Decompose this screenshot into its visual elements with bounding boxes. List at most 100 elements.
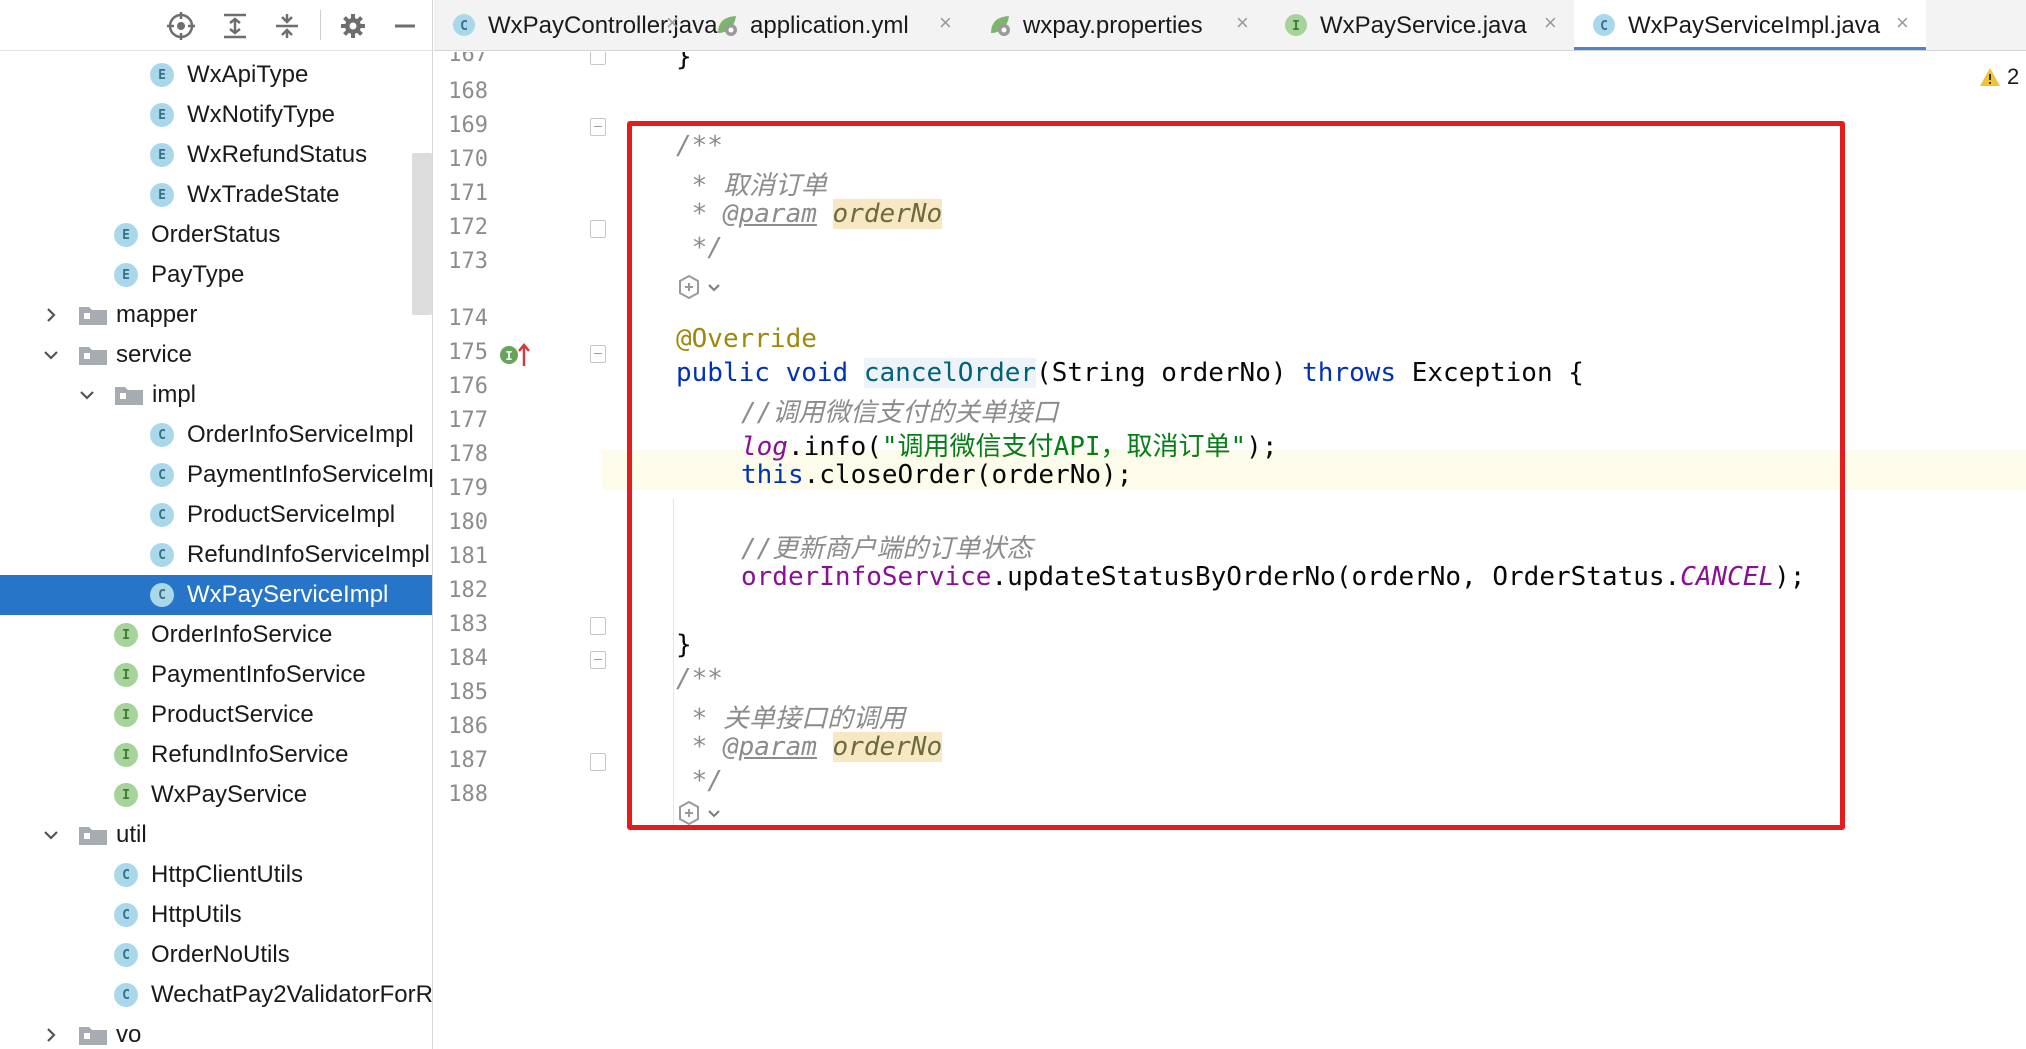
tree-file[interactable]: I WxPayService: [0, 775, 432, 815]
line-number[interactable]: 177: [434, 408, 488, 433]
class-icon: C: [452, 13, 476, 37]
gear-icon[interactable]: [336, 9, 370, 43]
line-number[interactable]: 186: [434, 714, 488, 739]
tree-file[interactable]: E OrderStatus: [0, 215, 432, 255]
line-number[interactable]: 171: [434, 181, 488, 206]
tree-file[interactable]: C WxPayServiceImpl: [0, 575, 432, 615]
line-number[interactable]: 169: [434, 113, 488, 138]
tree-folder[interactable]: service: [0, 335, 432, 375]
tree-file[interactable]: I ProductService: [0, 695, 432, 735]
interface-icon: I: [1284, 13, 1308, 37]
chevron-right-icon[interactable]: [42, 306, 60, 324]
tree-file[interactable]: C ProductServiceImpl: [0, 495, 432, 535]
interface-icon: I: [114, 663, 138, 687]
line-number[interactable]: 175: [434, 340, 488, 365]
tree-file[interactable]: E WxNotifyType: [0, 95, 432, 135]
editor-tab[interactable]: application.yml ×: [696, 0, 969, 50]
enum-icon: E: [114, 263, 138, 287]
code-line-175: public void cancelOrder(String orderNo) …: [676, 358, 1584, 388]
tree-file[interactable]: C WechatPay2ValidatorForRequest: [0, 975, 432, 1015]
code-editor[interactable]: 167 168 169 170 171 172 173 174 175 176 177 178 179 1…: [434, 52, 2026, 1049]
implementation-icon: [679, 274, 699, 300]
fold-marker[interactable]: [590, 220, 606, 238]
chevron-down-icon[interactable]: [78, 386, 96, 404]
svg-text:C: C: [1600, 19, 1608, 34]
line-number[interactable]: 182: [434, 578, 488, 603]
line-number[interactable]: 187: [434, 748, 488, 773]
code-line-172: */: [676, 233, 723, 263]
line-number[interactable]: 167: [434, 52, 488, 67]
tree-file[interactable]: C HttpUtils: [0, 895, 432, 935]
chevron-down-icon[interactable]: [42, 346, 60, 364]
close-icon[interactable]: ×: [1236, 10, 1249, 36]
line-number[interactable]: 174: [434, 306, 488, 331]
line-number[interactable]: 181: [434, 544, 488, 569]
implements-marker[interactable]: I: [498, 342, 532, 368]
tree-folder[interactable]: util: [0, 815, 432, 855]
tree-item-label: WxRefundStatus: [187, 141, 368, 168]
line-number[interactable]: 180: [434, 510, 488, 535]
fold-marker[interactable]: [590, 345, 606, 363]
tree-item-label: ProductService: [151, 701, 314, 728]
tree-file[interactable]: I OrderInfoService: [0, 615, 432, 655]
codelens-hint-2[interactable]: [676, 800, 722, 826]
line-number[interactable]: 183: [434, 612, 488, 637]
editor-tab[interactable]: I WxPayService.java ×: [1266, 0, 1574, 50]
config-file-icon: [714, 13, 738, 37]
close-icon[interactable]: ×: [1544, 10, 1557, 36]
line-number[interactable]: 188: [434, 782, 488, 807]
minimize-icon[interactable]: [388, 9, 422, 43]
tree-file[interactable]: E WxTradeState: [0, 175, 432, 215]
fold-marker[interactable]: [590, 118, 606, 136]
tree-file[interactable]: E PayType: [0, 255, 432, 295]
class-icon: C: [150, 423, 174, 447]
tree-file[interactable]: I RefundInfoService: [0, 735, 432, 775]
tree-folder[interactable]: vo: [0, 1015, 432, 1049]
line-number[interactable]: 168: [434, 79, 488, 104]
code-line-174: @Override: [676, 324, 817, 354]
folder-icon: [78, 304, 108, 326]
line-number[interactable]: 173: [434, 249, 488, 274]
tree-item-label: RefundInfoService: [151, 741, 349, 768]
editor-tab[interactable]: C WxPayServiceImpl.java ×: [1574, 0, 1926, 50]
line-number[interactable]: 176: [434, 374, 488, 399]
tree-folder[interactable]: impl: [0, 375, 432, 415]
editor-tab[interactable]: C WxPayController.java ×: [434, 0, 717, 50]
fold-marker[interactable]: [590, 617, 606, 635]
expand-all-icon[interactable]: [218, 9, 252, 43]
tree-file[interactable]: C OrderInfoServiceImpl: [0, 415, 432, 455]
fold-marker[interactable]: [590, 753, 606, 771]
tree-file[interactable]: E WxApiType: [0, 55, 432, 95]
code-line-167: }: [676, 52, 692, 72]
inspection-widget[interactable]: 2: [1979, 64, 2019, 90]
locate-icon[interactable]: [164, 9, 198, 43]
tree-file[interactable]: C OrderNoUtils: [0, 935, 432, 975]
line-number[interactable]: 178: [434, 442, 488, 467]
chevron-down-icon[interactable]: [42, 826, 60, 844]
tree-file[interactable]: C HttpClientUtils: [0, 855, 432, 895]
close-icon[interactable]: ×: [1896, 10, 1909, 36]
line-number[interactable]: 179: [434, 476, 488, 501]
enum-icon: E: [150, 103, 174, 127]
fold-marker[interactable]: [590, 52, 606, 65]
tree-file[interactable]: I PaymentInfoService: [0, 655, 432, 695]
tree-file[interactable]: C PaymentInfoServiceImpl: [0, 455, 432, 495]
chevron-right-icon[interactable]: [42, 1026, 60, 1044]
code-line-169: /**: [676, 131, 723, 161]
codelens-hint[interactable]: [676, 274, 722, 300]
collapse-all-icon[interactable]: [270, 9, 304, 43]
tree-scrollbar[interactable]: [412, 153, 432, 315]
line-number[interactable]: 172: [434, 215, 488, 240]
tree-folder[interactable]: mapper: [0, 295, 432, 335]
svg-text:C: C: [460, 19, 468, 34]
editor-tab[interactable]: wxpay.properties ×: [969, 0, 1266, 50]
close-icon[interactable]: ×: [666, 10, 679, 36]
line-number[interactable]: 184: [434, 646, 488, 671]
line-number[interactable]: 185: [434, 680, 488, 705]
tree-file[interactable]: C RefundInfoServiceImpl: [0, 535, 432, 575]
close-icon[interactable]: ×: [939, 10, 952, 36]
tree-file[interactable]: E WxRefundStatus: [0, 135, 432, 175]
code-line-171: * @param orderNo: [676, 199, 943, 229]
fold-marker[interactable]: [590, 651, 606, 669]
line-number[interactable]: 170: [434, 147, 488, 172]
